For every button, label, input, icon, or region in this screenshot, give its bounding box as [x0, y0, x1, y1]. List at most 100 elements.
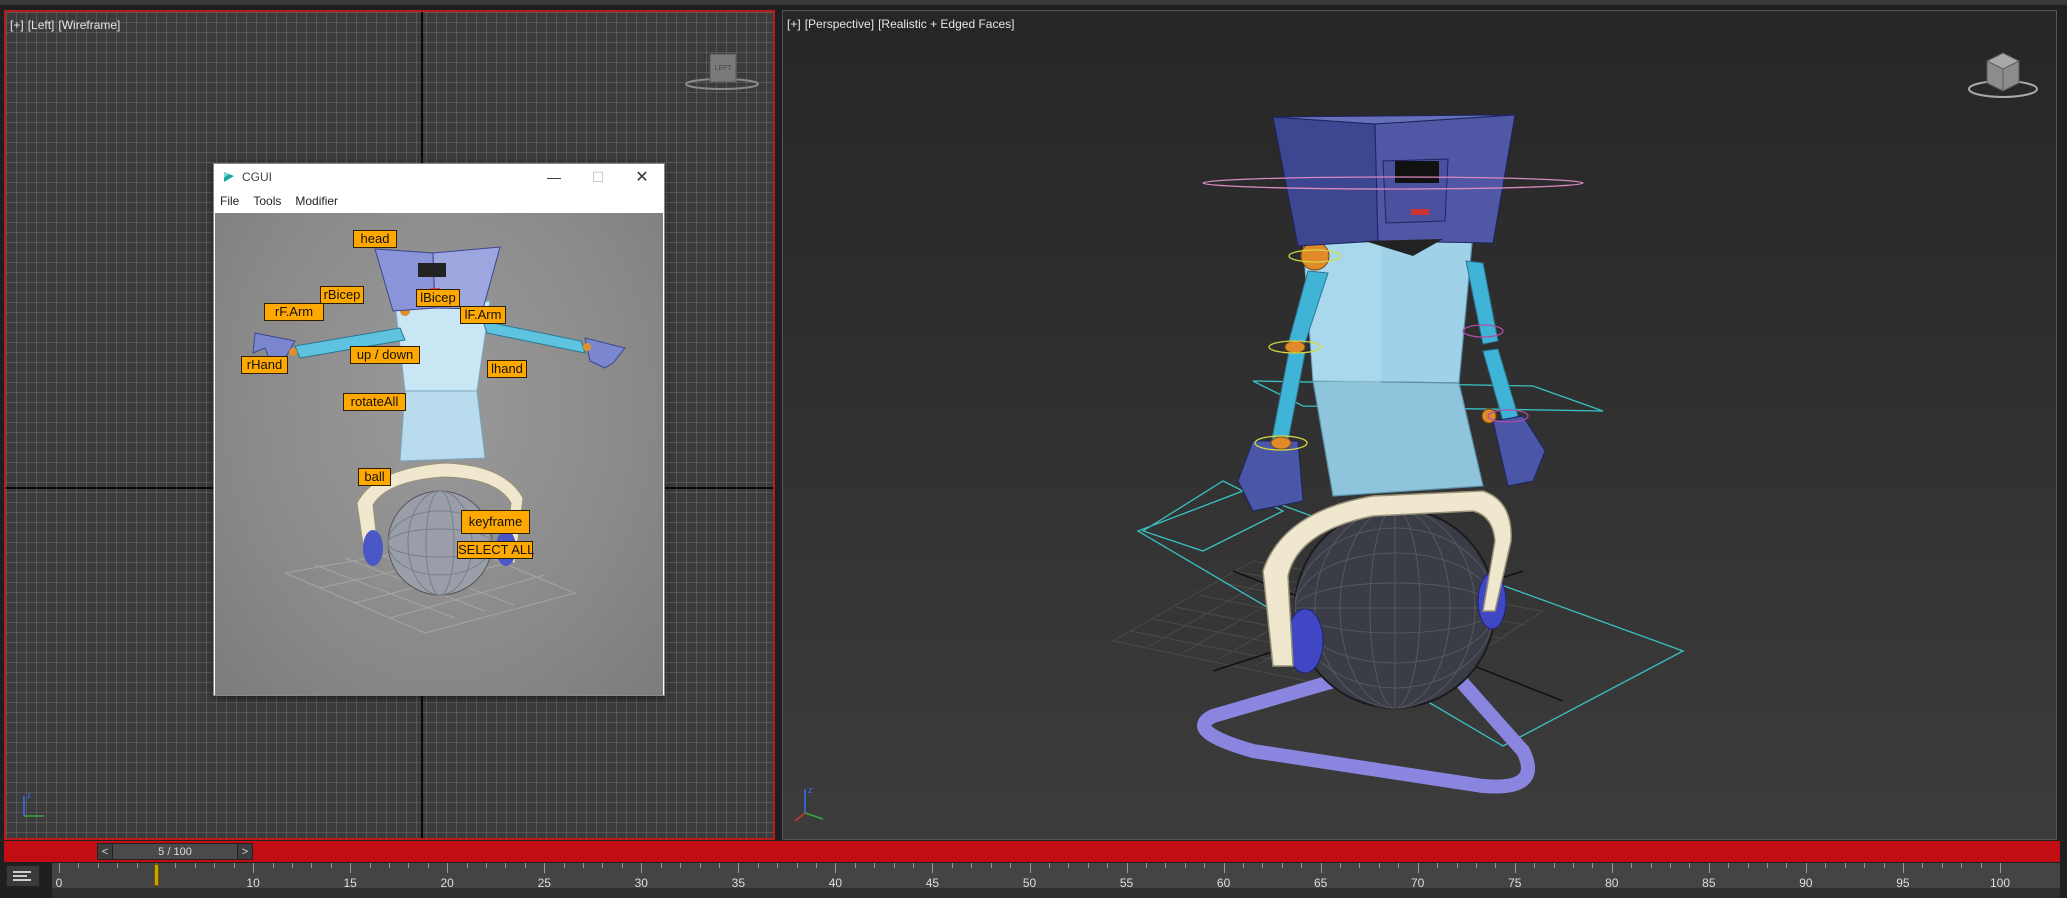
timeline-tick [854, 863, 856, 868]
timeline-tick [1631, 863, 1633, 868]
app-logo-icon [224, 172, 234, 182]
timeline-tick [408, 863, 410, 868]
timeline-tick [1359, 863, 1361, 868]
menu-file[interactable]: File [220, 194, 239, 208]
robot-scene[interactable]: z [783, 11, 2057, 840]
time-slider-track[interactable] [4, 841, 2060, 862]
minimize-button[interactable]: — [532, 164, 576, 190]
viewport-label[interactable]: [+] [Left] [Wireframe] [10, 18, 124, 32]
timeline-tick [78, 863, 80, 868]
timeline-tick [486, 863, 488, 868]
timeline-tick [680, 863, 682, 868]
timeline-tick [1611, 863, 1613, 873]
timeline-tick [1378, 863, 1380, 868]
axis-tripod-icon: z [23, 791, 44, 817]
timeline-tick [757, 863, 759, 868]
viewport-shading-label[interactable]: [Wireframe] [58, 18, 120, 32]
rig-preview-image [252, 246, 626, 634]
curve-editor-button[interactable] [6, 865, 40, 887]
timeline-tick [214, 863, 216, 868]
timeline-tick [1534, 863, 1536, 868]
close-button[interactable]: ✕ [620, 164, 664, 190]
svg-text:z: z [27, 791, 31, 800]
timeline-tick [466, 863, 468, 868]
timeline-tick [1145, 863, 1147, 868]
timeline-tick [1902, 863, 1904, 873]
cgui-titlebar[interactable]: CGUI — ☐ ✕ [214, 164, 664, 190]
timeline-tick [1767, 863, 1769, 868]
rfarm-button[interactable]: rF.Arm [264, 303, 324, 321]
timeline-tick [544, 863, 546, 873]
timeline-tick [505, 863, 507, 868]
cgui-window[interactable]: CGUI — ☐ ✕ File Tools Modifier head rBic… [213, 163, 665, 696]
timeline-tick [447, 863, 449, 873]
timeline-tick [175, 863, 177, 868]
timeline-tick [1262, 863, 1264, 868]
timeline-tick [117, 863, 119, 868]
timeline-tick [1708, 863, 1710, 873]
updown-button[interactable]: up / down [350, 346, 420, 364]
viewcube-icon[interactable]: LEFT [682, 50, 762, 94]
timeline-tick [835, 863, 837, 873]
keyframe-button[interactable]: keyframe [461, 510, 530, 534]
timeline-tick [699, 863, 701, 868]
timeline-tick [563, 863, 565, 868]
head-button[interactable]: head [353, 230, 397, 248]
maximize-button[interactable]: ☐ [576, 164, 620, 190]
prev-frame-button[interactable]: < [97, 843, 113, 860]
lbicep-button[interactable]: lBicep [416, 289, 460, 307]
timeline-tick [1941, 863, 1943, 868]
menu-bar: File Tools Modifier [214, 190, 664, 212]
current-frame-readout[interactable]: 5 / 100 [113, 843, 237, 860]
timeline-tick [1747, 863, 1749, 868]
timeline-tick [1689, 863, 1691, 868]
timeline-tick [1223, 863, 1225, 873]
pelvis-mesh[interactable] [1312, 380, 1484, 497]
timeline-tick [1068, 863, 1070, 868]
timeline-tick [621, 863, 623, 868]
viewcube-face-label: LEFT [714, 65, 732, 72]
perspective-viewport[interactable]: [+] [Perspective] [Realistic + Edged Faces… [782, 10, 2057, 840]
menu-tools[interactable]: Tools [253, 194, 281, 208]
next-frame-button[interactable]: > [237, 843, 253, 860]
timeline-tick [660, 863, 662, 868]
timeline-tick [1340, 863, 1342, 868]
timeline-tick [1107, 863, 1109, 868]
viewport-menu-plus[interactable]: [+] [10, 18, 24, 32]
select-all-button[interactable]: SELECT ALL [457, 541, 534, 559]
svg-text:z: z [808, 785, 813, 795]
window-title: CGUI [242, 170, 272, 184]
status-strip [52, 888, 2060, 898]
timeline-tick [1592, 863, 1594, 868]
menu-modifier[interactable]: Modifier [295, 194, 338, 208]
time-slider[interactable]: < 5 / 100 > [97, 843, 253, 860]
timeline-tick [1029, 863, 1031, 873]
timeline-tick [971, 863, 973, 868]
timeline-tick [330, 863, 332, 868]
ball-button[interactable]: ball [358, 468, 391, 486]
viewport-view-label[interactable]: [Left] [28, 18, 55, 32]
axis-tripod-icon: z [794, 785, 824, 822]
timeline-tick [1281, 863, 1283, 868]
timeline-tick [1553, 863, 1555, 868]
lhand-button[interactable]: lhand [487, 360, 527, 378]
timeline-tick [874, 863, 876, 868]
rotateall-button[interactable]: rotateAll [343, 393, 406, 411]
timeline-tick [1417, 863, 1419, 873]
lfarm-button[interactable]: lF.Arm [460, 306, 506, 324]
head-mesh[interactable] [1272, 114, 1516, 256]
timeline-tick [1398, 863, 1400, 868]
timeline-tick [1844, 863, 1846, 868]
timeline-tick [1864, 863, 1866, 868]
timeline-tick [1301, 863, 1303, 868]
rhand-button[interactable]: rHand [241, 356, 288, 374]
timeline-tick [932, 863, 934, 873]
rbicep-button[interactable]: rBicep [320, 286, 364, 304]
timeline-tick [136, 863, 138, 868]
current-frame-marker[interactable] [154, 864, 160, 886]
timeline-tick [1786, 863, 1788, 868]
timeline-tick [777, 863, 779, 868]
timeline-tick [990, 863, 992, 868]
timeline-tick [1572, 863, 1574, 868]
timeline-tick [1922, 863, 1924, 868]
